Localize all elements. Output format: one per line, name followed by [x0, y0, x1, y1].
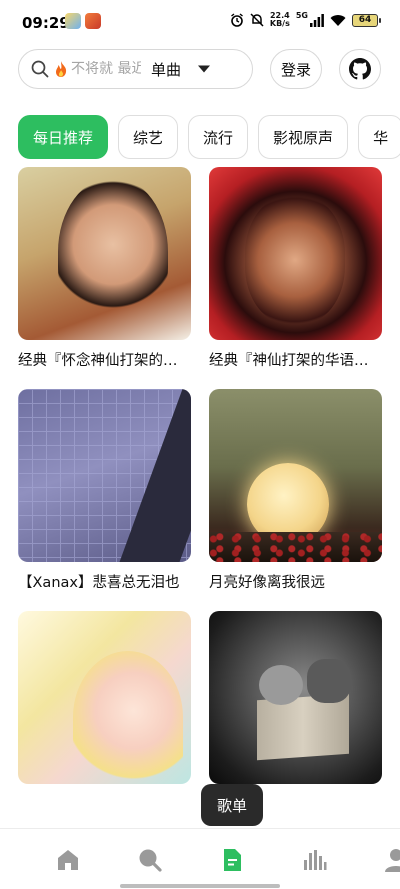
user-icon	[385, 849, 400, 872]
nav-tooltip: 歌单	[201, 784, 263, 826]
status-indicators: 22.4 KB/s 5G 64	[230, 10, 381, 28]
tab-chinese[interactable]: 华	[358, 115, 400, 159]
bottom-navigation	[0, 828, 400, 889]
notification-app-icon	[65, 13, 81, 29]
nav-home[interactable]	[54, 846, 82, 874]
playlist-card[interactable]	[18, 611, 191, 793]
status-notification-icons	[65, 13, 101, 29]
cover-figure	[58, 177, 168, 327]
search-input[interactable]	[71, 61, 141, 77]
search-type-label: 单曲	[151, 60, 182, 79]
playlist-card[interactable]: 经典『怀念神仙打架的华语乐坛』	[18, 167, 191, 370]
status-time: 09:29	[22, 14, 70, 32]
cover-book	[257, 693, 349, 761]
playlist-cover[interactable]	[18, 167, 191, 340]
mute-icon	[250, 13, 264, 27]
playlist-card[interactable]: 月亮好像离我很远	[209, 389, 382, 592]
chart-icon	[304, 850, 327, 870]
tab-variety[interactable]: 综艺	[118, 115, 179, 159]
tab-soundtrack[interactable]: 影视原声	[258, 115, 349, 159]
chevron-down-icon	[198, 65, 211, 73]
playlist-cover[interactable]	[18, 389, 191, 562]
playlist-cover[interactable]	[209, 389, 382, 562]
playlist-cover[interactable]	[18, 611, 191, 784]
playlist-card[interactable]	[209, 611, 382, 793]
tab-pop[interactable]: 流行	[188, 115, 249, 159]
network-speed: 22.4 KB/s	[270, 12, 290, 28]
cover-figure	[73, 651, 183, 784]
search-icon	[31, 60, 49, 78]
playlist-card[interactable]: 经典『神仙打架的华语乐坛』	[209, 167, 382, 370]
playlist-card[interactable]: 【Xanax】悲喜总无泪也	[18, 389, 191, 592]
cell-signal-icon	[310, 13, 324, 27]
nav-charts[interactable]	[300, 846, 328, 874]
alarm-icon	[230, 13, 243, 27]
status-bar: 09:29 22.4 KB/s 5G 64	[0, 0, 400, 44]
cover-flowers	[209, 532, 382, 562]
signal-type: 5G	[295, 10, 308, 20]
nav-playlist[interactable]	[218, 846, 246, 874]
cover-figure	[259, 665, 303, 705]
playlist-title: 经典『神仙打架的华语乐坛』	[209, 353, 382, 369]
playlist-title: 经典『怀念神仙打架的华语乐坛』	[18, 353, 191, 369]
playlist-cover[interactable]	[209, 167, 382, 340]
cover-cat	[307, 659, 351, 703]
notification-app-icon	[85, 13, 101, 29]
playlist-title: 【Xanax】悲喜总无泪也	[18, 575, 180, 591]
playlist-icon	[224, 849, 241, 871]
battery-indicator: 64	[352, 13, 381, 27]
nav-search[interactable]	[136, 846, 164, 874]
nav-profile[interactable]	[382, 846, 400, 874]
search-bar[interactable]: 单曲	[18, 49, 253, 89]
tab-daily-recommend[interactable]: 每日推荐	[18, 115, 109, 159]
search-icon	[139, 849, 162, 872]
cover-figure	[245, 195, 345, 325]
playlist-title: 月亮好像离我很远	[209, 575, 325, 591]
category-tabs: 每日推荐 综艺 流行 影视原声 华	[18, 115, 400, 159]
login-button[interactable]: 登录	[270, 49, 322, 89]
network-speed-unit: KB/s	[269, 19, 290, 28]
github-button[interactable]	[339, 49, 381, 89]
playlist-cover[interactable]	[209, 611, 382, 784]
wifi-icon	[330, 14, 346, 26]
home-indicator	[120, 884, 280, 888]
fire-icon	[56, 61, 67, 77]
search-type-dropdown[interactable]: 单曲	[151, 59, 211, 80]
home-icon	[58, 850, 78, 870]
github-icon	[349, 58, 371, 80]
